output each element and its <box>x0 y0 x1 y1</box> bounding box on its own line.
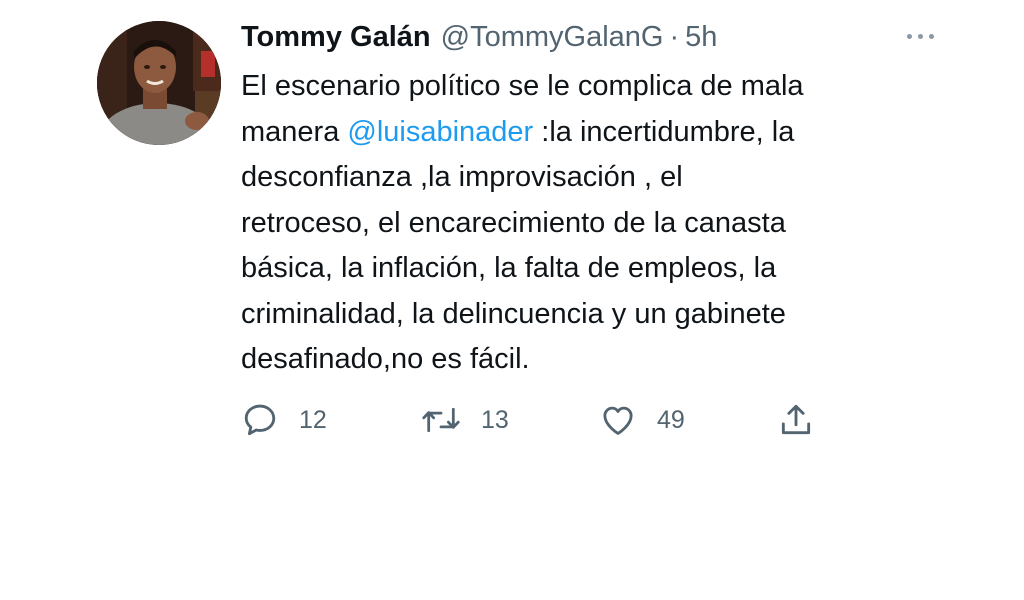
share-button[interactable] <box>777 400 815 440</box>
tweet-header: Tommy Galán @TommyGalanG · 5h <box>241 17 717 57</box>
heart-icon <box>603 406 633 435</box>
like-button[interactable]: 49 <box>599 400 685 440</box>
reply-button[interactable]: 12 <box>241 400 327 440</box>
retweet-button[interactable]: 13 <box>421 400 509 440</box>
more-options-button[interactable] <box>895 22 945 50</box>
tweet-text-line: manera @luisabinader :la incertidumbre, … <box>241 110 961 156</box>
avatar-photo <box>97 21 221 145</box>
tweet-actions: 12 13 49 <box>241 400 841 440</box>
tweet-text: El escenario político se le complica de … <box>241 64 961 383</box>
more-horizontal-icon <box>906 33 912 39</box>
like-count: 49 <box>657 405 685 434</box>
tweet-text-line: desafinado,no es fácil. <box>241 343 530 375</box>
mention-link[interactable]: @luisabinader <box>347 116 533 148</box>
tweet-text-line: retroceso, el encarecimiento de la canas… <box>241 206 786 239</box>
header-separator: · <box>669 20 680 53</box>
retweet-icon <box>422 407 460 433</box>
avatar[interactable] <box>97 21 221 145</box>
retweet-count: 13 <box>481 405 509 434</box>
tweet-text-segment: :la incertidumbre, la <box>533 115 795 148</box>
reply-count: 12 <box>299 405 327 434</box>
tweet-text-line: El escenario político se le complica de … <box>241 70 804 102</box>
tweet-text-line: básica, la inflación, la falta de empleo… <box>241 252 777 284</box>
tweet-text-line: criminalidad, la delincuencia y un gabin… <box>241 297 786 330</box>
tweet[interactable]: Tommy Galán @TommyGalanG · 5h El escenar… <box>0 0 1024 600</box>
author-handle[interactable]: @TommyGalanG <box>441 21 664 54</box>
tweet-text-segment: manera <box>241 115 348 148</box>
more-horizontal-icon <box>917 33 923 39</box>
share-icon <box>781 404 811 435</box>
more-horizontal-icon <box>928 33 934 39</box>
reply-icon <box>244 404 276 436</box>
author-name[interactable]: Tommy Galán <box>241 21 431 54</box>
tweet-timestamp[interactable]: 5h <box>685 21 717 54</box>
tweet-text-line: desconfianza ,la improvisación , el <box>241 161 683 193</box>
